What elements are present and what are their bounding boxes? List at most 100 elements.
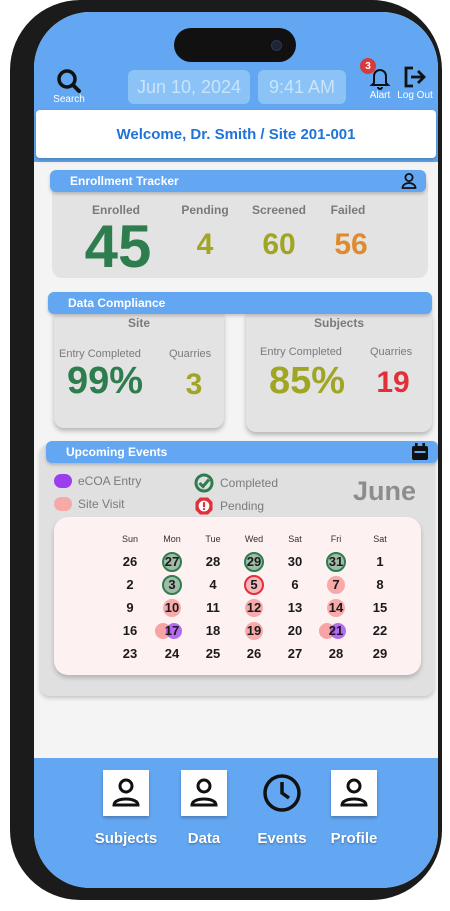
logout-button[interactable]: Log Out: [394, 64, 436, 101]
calendar-day[interactable]: 25: [195, 645, 231, 663]
alert-count-badge: 3: [360, 58, 376, 74]
failed-value: 56: [334, 228, 368, 261]
calendar-icon[interactable]: [410, 442, 430, 462]
logout-label: Log Out: [397, 90, 433, 101]
calendar-day[interactable]: 6: [277, 576, 313, 594]
screened-label: Screened: [251, 203, 307, 217]
profile-box: [331, 770, 377, 816]
clock-icon: [263, 774, 301, 812]
site-card-title: Site: [127, 316, 150, 330]
enrollment-tracker-header: Enrollment Tracker: [50, 170, 426, 192]
calendar-day[interactable]: 8: [362, 576, 398, 594]
subjects-entry-value: 85%: [268, 360, 346, 402]
nav-profile[interactable]: Profile: [318, 770, 390, 847]
person-icon: [190, 778, 218, 807]
legend-pending-label: Pending: [220, 499, 265, 513]
subjects-quarries-value: 19: [376, 366, 410, 399]
calendar-day[interactable]: 30: [277, 553, 313, 571]
compliance-title: Data Compliance: [68, 296, 166, 310]
calendar-day[interactable]: 19: [236, 622, 272, 640]
phone-frame: Search Jun 10, 2024 9:41 AM 3 Alart Log …: [10, 0, 442, 900]
date-display: Jun 10, 2024: [128, 70, 250, 104]
legend-completed: Completed: [194, 473, 278, 493]
calendar-day[interactable]: 21: [318, 622, 354, 640]
logout-icon: [404, 66, 426, 88]
calendar-day[interactable]: 29: [236, 553, 272, 571]
nav-data[interactable]: Data: [168, 770, 240, 847]
calendar-day[interactable]: 7: [318, 576, 354, 594]
legend-ecoa-label: eCOA Entry: [78, 474, 142, 488]
pending-value: 4: [196, 228, 214, 261]
weekday-label: Fri: [330, 534, 342, 544]
alert-octagon-icon: [195, 497, 213, 515]
enrolled-value: 45: [84, 213, 152, 280]
app-screen: Search Jun 10, 2024 9:41 AM 3 Alart Log …: [34, 12, 438, 888]
site-entry-value: 99%: [66, 360, 144, 402]
alert-label: Alart: [369, 90, 391, 101]
calendar-day[interactable]: 10: [154, 599, 190, 617]
calendar-day[interactable]: 18: [195, 622, 231, 640]
calendar-day[interactable]: 29: [362, 645, 398, 663]
calendar-day[interactable]: 3: [154, 576, 190, 594]
legend-pending: Pending: [194, 496, 264, 516]
weekday-label: Sat: [373, 534, 387, 544]
weekday-label: Wed: [244, 534, 264, 544]
check-circle-icon: [194, 473, 214, 493]
ecoa-dot-icon: [54, 474, 72, 488]
calendar-day[interactable]: 28: [195, 553, 231, 571]
failed-label: Failed: [330, 203, 366, 217]
search-icon: [57, 69, 81, 93]
weekday-label: Tue: [205, 534, 221, 544]
search-label: Search: [53, 94, 85, 105]
nav-subjects[interactable]: Subjects: [86, 770, 166, 847]
enrollment-title: Enrollment Tracker: [70, 174, 179, 188]
calendar-day[interactable]: 4: [195, 576, 231, 594]
calendar-day[interactable]: 13: [277, 599, 313, 617]
calendar-day[interactable]: 31: [318, 553, 354, 571]
calendar-day[interactable]: 20: [277, 622, 313, 640]
nav-subjects-label: Subjects: [94, 830, 158, 847]
calendar-month: June: [352, 476, 416, 506]
dynamic-island: [174, 28, 296, 62]
calendar-day[interactable]: 14: [318, 599, 354, 617]
search-button[interactable]: Search: [46, 68, 92, 105]
calendar-day[interactable]: 15: [362, 599, 398, 617]
camera-icon: [271, 40, 282, 51]
person-icon[interactable]: [400, 172, 418, 190]
legend-site-visit-label: Site Visit: [78, 497, 125, 511]
calendar-day[interactable]: 27: [277, 645, 313, 663]
person-icon: [340, 778, 368, 807]
pending-label: Pending: [181, 203, 229, 217]
calendar-day[interactable]: 12: [236, 599, 272, 617]
calendar-day[interactable]: 28: [318, 645, 354, 663]
calendar-day[interactable]: 24: [154, 645, 190, 663]
calendar-day[interactable]: 2: [112, 576, 148, 594]
legend-ecoa: eCOA Entry: [54, 474, 141, 488]
site-compliance-card: Site Entry Completed Quarries 99% 3: [54, 308, 224, 428]
calendar-day[interactable]: 16: [112, 622, 148, 640]
subjects-card-title: Subjects: [313, 316, 364, 330]
calendar-day[interactable]: 17: [154, 622, 190, 640]
nav-profile-label: Profile: [330, 830, 378, 847]
calendar-day[interactable]: 26: [112, 553, 148, 571]
site-entry-label: Entry Completed: [59, 348, 141, 360]
calendar-day[interactable]: 27: [154, 553, 190, 571]
nav-events[interactable]: Events: [246, 770, 318, 847]
calendar-day[interactable]: 22: [362, 622, 398, 640]
nav-data-label: Data: [187, 830, 221, 847]
weekday-label: Sat: [288, 534, 302, 544]
subjects-entry-label: Entry Completed: [260, 346, 342, 358]
calendar-day[interactable]: 1: [362, 553, 398, 571]
calendar-day[interactable]: 11: [195, 599, 231, 617]
time-display: 9:41 AM: [258, 70, 346, 104]
calendar-day[interactable]: 9: [112, 599, 148, 617]
calendar-day[interactable]: 5: [236, 576, 272, 594]
nav-events-label: Events: [257, 830, 307, 847]
calendar-day[interactable]: 26: [236, 645, 272, 663]
upcoming-events-header: Upcoming Events: [46, 441, 438, 463]
calendar-day[interactable]: 23: [112, 645, 148, 663]
subjects-box: [103, 770, 149, 816]
legend-completed-label: Completed: [220, 476, 279, 490]
data-compliance-header: Data Compliance: [48, 292, 432, 314]
events-title: Upcoming Events: [66, 445, 168, 459]
